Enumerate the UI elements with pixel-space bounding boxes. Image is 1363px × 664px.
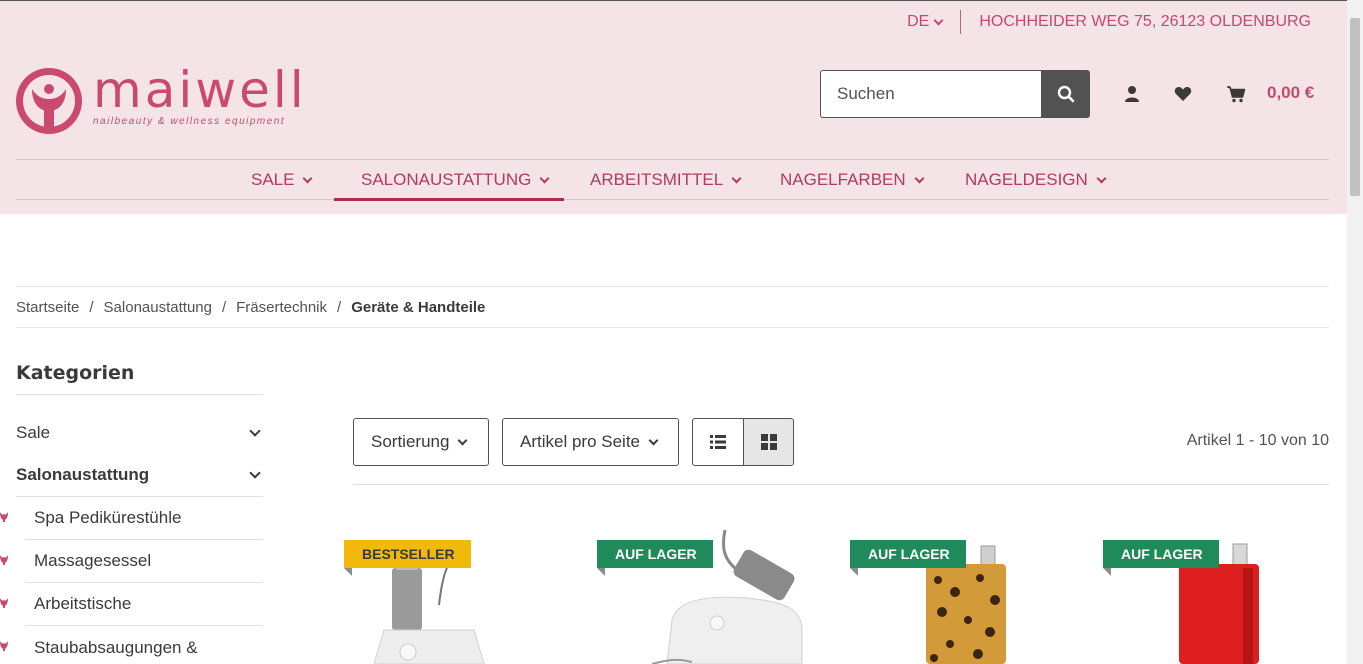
breadcrumb-separator: / bbox=[221, 298, 227, 316]
grid-icon bbox=[760, 434, 777, 450]
product-card[interactable]: BESTSELLER bbox=[344, 520, 574, 664]
search-icon bbox=[1057, 85, 1074, 103]
nav-item-nagelfarben[interactable]: NAGELFARBEN bbox=[780, 160, 925, 200]
nav-item-label: NAGELFARBEN bbox=[780, 170, 906, 189]
list-view-button[interactable] bbox=[693, 419, 743, 465]
logo-mark-icon bbox=[16, 68, 82, 134]
breadcrumb-item[interactable]: Salonaustattung bbox=[104, 299, 212, 316]
nav-item-salonaustattung[interactable]: SALONAUSTATTUNG bbox=[334, 160, 564, 201]
cart-total[interactable]: 0,00 € bbox=[1267, 83, 1314, 103]
tulip-icon bbox=[0, 641, 8, 651]
breadcrumb-item[interactable]: Startseite bbox=[16, 299, 79, 316]
chevron-down-icon bbox=[249, 425, 261, 437]
wishlist-button[interactable] bbox=[1172, 83, 1194, 105]
tulip-icon bbox=[0, 598, 8, 608]
nav-item-label: SALONAUSTATTUNG bbox=[361, 170, 532, 189]
heart-icon bbox=[1174, 87, 1192, 101]
sidebar-subitem[interactable]: Spa Pediküre­stühle bbox=[25, 497, 263, 540]
product-card[interactable]: AUF LAGER bbox=[850, 520, 1080, 664]
store-address: HOCHHEIDER WEG 75, 26123 OLDENBURG bbox=[979, 13, 1311, 30]
chevron-down-icon bbox=[249, 467, 261, 479]
breadcrumb-separator: / bbox=[89, 298, 94, 316]
sidebar-subitem-label: Arbeitstische bbox=[34, 594, 132, 613]
logo[interactable]: maiwell nailbeauty & wellness equipment bbox=[15, 61, 355, 137]
breadcrumb-item[interactable]: Fräsertechnik bbox=[236, 299, 327, 316]
product-card[interactable]: AUF LAGER bbox=[597, 520, 827, 664]
nav-item-sale[interactable]: SALE bbox=[251, 160, 313, 200]
per-page-label: Artikel pro Seite bbox=[520, 432, 640, 451]
chevron-down-icon bbox=[914, 173, 925, 183]
nav-item-label: SALE bbox=[251, 170, 295, 189]
sidebar-item-label: Sale bbox=[16, 423, 51, 442]
list-icon bbox=[710, 435, 726, 449]
chevron-down-icon bbox=[1096, 173, 1107, 183]
language-label: DE bbox=[907, 13, 930, 30]
tulip-icon bbox=[0, 555, 8, 565]
topbar-divider bbox=[960, 10, 962, 34]
sidebar-subitem[interactable]: Arbeitstische bbox=[25, 583, 263, 626]
sidebar-title: Kategorien bbox=[16, 362, 135, 384]
chevron-down-icon bbox=[648, 435, 659, 445]
grid-view-button[interactable] bbox=[743, 419, 793, 465]
scrollbar-thumb[interactable] bbox=[1350, 18, 1360, 196]
user-icon bbox=[1125, 86, 1139, 102]
nav-item-label: ARBEITSMITTEL bbox=[590, 170, 724, 189]
breadcrumb: Startseite / Salonaustattung / Fräsertec… bbox=[16, 286, 1329, 328]
sidebar-subitem[interactable]: Staubabsaugungen & bbox=[25, 626, 263, 664]
toolbar-divider bbox=[353, 484, 1329, 485]
sidebar-item-salonaustattung[interactable]: Salonaustattung bbox=[16, 464, 263, 486]
in-stock-badge: AUF LAGER bbox=[1103, 540, 1219, 576]
sort-dropdown[interactable]: Sortierung bbox=[353, 418, 489, 466]
sort-label: Sortierung bbox=[371, 432, 450, 451]
chevron-down-icon bbox=[933, 15, 944, 25]
search-bar bbox=[820, 70, 1090, 118]
search-button[interactable] bbox=[1041, 70, 1090, 118]
sidebar-divider bbox=[16, 394, 263, 395]
breadcrumb-separator: / bbox=[337, 298, 342, 316]
in-stock-badge: AUF LAGER bbox=[850, 540, 966, 576]
bestseller-badge: BESTSELLER bbox=[344, 540, 471, 576]
site-header: DE HOCHHEIDER WEG 75, 26123 OLDENBURG ma… bbox=[0, 0, 1347, 214]
product-card[interactable]: AUF LAGER bbox=[1103, 520, 1333, 664]
tulip-icon bbox=[0, 512, 8, 522]
main-nav: SALE SALONAUSTATTUNG ARBEITSMITTEL NAGEL… bbox=[16, 159, 1329, 201]
logo-wordmark: maiwell bbox=[93, 61, 307, 119]
chevron-down-icon bbox=[539, 173, 550, 183]
cart-button[interactable] bbox=[1225, 83, 1247, 105]
sidebar-item-sale[interactable]: Sale bbox=[16, 422, 263, 444]
topbar: DE HOCHHEIDER WEG 75, 26123 OLDENBURG bbox=[907, 10, 1311, 34]
result-count: Artikel 1 - 10 von 10 bbox=[1186, 432, 1329, 449]
language-selector[interactable]: DE bbox=[907, 13, 960, 31]
page-scrollbar[interactable] bbox=[1347, 0, 1363, 664]
sidebar-subitem-label: Massagesessel bbox=[34, 551, 152, 570]
cart-icon bbox=[1227, 86, 1246, 103]
sidebar-item-label: Salonaustattung bbox=[16, 465, 150, 484]
in-stock-badge: AUF LAGER bbox=[597, 540, 713, 576]
chevron-down-icon bbox=[303, 173, 313, 183]
sidebar-subitem-label: Staubabsaugungen & bbox=[34, 637, 198, 657]
per-page-dropdown[interactable]: Artikel pro Seite bbox=[502, 418, 679, 466]
breadcrumb-current: Geräte & Handteile bbox=[351, 298, 486, 316]
view-toggle bbox=[692, 418, 794, 466]
logo-tagline: nailbeauty & wellness equipment bbox=[93, 116, 286, 127]
nav-item-label: NAGELDESIGN bbox=[965, 170, 1088, 189]
nav-item-arbeitsmittel[interactable]: ARBEITSMITTEL bbox=[590, 160, 742, 200]
sidebar-subitem-label: Spa Pediküre­stühle bbox=[34, 508, 182, 527]
nav-item-nageldesign[interactable]: NAGELDESIGN bbox=[965, 160, 1107, 200]
chevron-down-icon bbox=[457, 435, 468, 445]
account-button[interactable] bbox=[1121, 83, 1143, 105]
chevron-down-icon bbox=[731, 173, 742, 183]
search-input[interactable] bbox=[820, 70, 1041, 118]
sidebar-subitem[interactable]: Massagesessel bbox=[25, 540, 263, 583]
